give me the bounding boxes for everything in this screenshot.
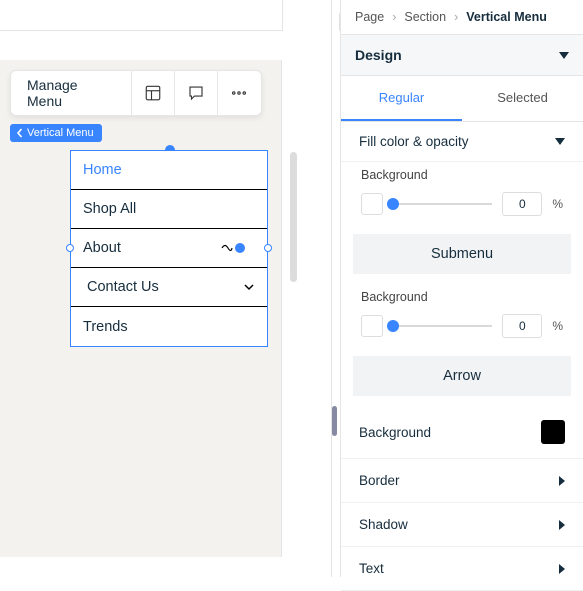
panel-scrollbar[interactable] <box>332 406 337 436</box>
arrow-section-title: Arrow <box>353 356 571 396</box>
opacity-input[interactable]: 0 <box>502 192 542 216</box>
submenu-section-title: Submenu <box>353 234 571 274</box>
menu-item-trends[interactable]: Trends <box>71 307 267 346</box>
background-control: Background 0 % <box>341 162 583 230</box>
opacity-slider[interactable] <box>393 203 492 205</box>
slider-knob[interactable] <box>387 198 399 210</box>
fill-opacity-row[interactable]: Fill color & opacity <box>341 122 583 162</box>
design-accordion[interactable]: Design <box>341 34 583 76</box>
menu-item-label: Home <box>83 162 122 178</box>
arrow-background-row[interactable]: Background <box>341 406 583 459</box>
breadcrumb-separator: › <box>454 10 458 24</box>
selection-handle-right[interactable] <box>264 244 272 252</box>
menu-item-label: Shop All <box>83 201 136 217</box>
breadcrumb-current: Vertical Menu <box>466 10 547 24</box>
shadow-label: Shadow <box>359 517 408 532</box>
text-label: Text <box>359 561 384 576</box>
manage-menu-label: Manage Menu <box>27 77 115 109</box>
color-swatch[interactable] <box>361 193 383 215</box>
menu-item-label: Contact Us <box>87 279 159 295</box>
background-label: Background <box>361 290 563 304</box>
tab-label: Regular <box>379 90 425 105</box>
breadcrumb-page[interactable]: Page <box>355 10 384 24</box>
element-toolbar: Manage Menu <box>10 70 262 116</box>
breadcrumb-separator: › <box>392 10 396 24</box>
tab-selected[interactable]: Selected <box>462 76 583 121</box>
opacity-unit: % <box>552 319 563 333</box>
breadcrumb: Page › Section › Vertical Menu <box>341 0 583 34</box>
caret-right-icon <box>559 476 565 486</box>
opacity-value: 0 <box>519 197 526 211</box>
background-label: Background <box>361 168 563 182</box>
properties-panel: Page › Section › Vertical Menu Design Re… <box>340 0 583 577</box>
menu-item-home[interactable]: Home <box>71 151 267 190</box>
caret-right-icon <box>559 520 565 530</box>
border-label: Border <box>359 473 400 488</box>
border-row[interactable]: Border <box>341 459 583 503</box>
element-badge[interactable]: Vertical Menu <box>10 124 102 142</box>
canvas-scrollbar[interactable] <box>290 152 297 282</box>
section-title-label: Arrow <box>443 368 481 384</box>
menu-item-label: Trends <box>83 319 128 335</box>
caret-right-icon <box>559 564 565 574</box>
menu-item-shop-all[interactable]: Shop All <box>71 190 267 229</box>
slider-knob[interactable] <box>387 320 399 332</box>
menu-item-label: About <box>83 240 121 256</box>
manage-menu-button[interactable]: Manage Menu <box>11 71 132 115</box>
tab-regular[interactable]: Regular <box>341 76 462 121</box>
opacity-slider[interactable] <box>393 325 492 327</box>
state-tabs: Regular Selected <box>341 76 583 122</box>
arrow-background-label: Background <box>359 425 431 440</box>
animation-icon <box>221 242 233 254</box>
selection-handle-left[interactable] <box>66 244 74 252</box>
caret-down-icon <box>555 138 565 145</box>
shadow-row[interactable]: Shadow <box>341 503 583 547</box>
breadcrumb-section[interactable]: Section <box>404 10 446 24</box>
opacity-value: 0 <box>519 319 526 333</box>
design-label: Design <box>355 47 402 63</box>
selection-handle-dot[interactable] <box>235 243 245 253</box>
chevron-left-icon <box>16 128 24 138</box>
editor-canvas: Manage Menu Vertical Menu Home Shop All … <box>0 0 332 577</box>
fill-opacity-label: Fill color & opacity <box>359 134 469 149</box>
opacity-input[interactable]: 0 <box>502 314 542 338</box>
comment-icon[interactable] <box>175 71 218 115</box>
tab-label: Selected <box>497 90 548 105</box>
opacity-unit: % <box>552 197 563 211</box>
layout-icon[interactable] <box>132 71 175 115</box>
more-icon[interactable] <box>218 71 261 115</box>
menu-subitem-contact-us[interactable]: Contact Us <box>71 268 267 307</box>
text-row[interactable]: Text <box>341 547 583 591</box>
chevron-down-icon <box>243 281 255 293</box>
submenu-background-control: Background 0 % <box>341 284 583 352</box>
element-badge-label: Vertical Menu <box>27 127 94 139</box>
color-swatch[interactable] <box>361 315 383 337</box>
section-title-label: Submenu <box>431 246 493 262</box>
caret-down-icon <box>559 52 569 59</box>
arrow-background-swatch[interactable] <box>541 420 565 444</box>
vertical-menu: Home Shop All About Contact Us Trends <box>70 150 268 347</box>
menu-item-about[interactable]: About <box>71 229 267 268</box>
